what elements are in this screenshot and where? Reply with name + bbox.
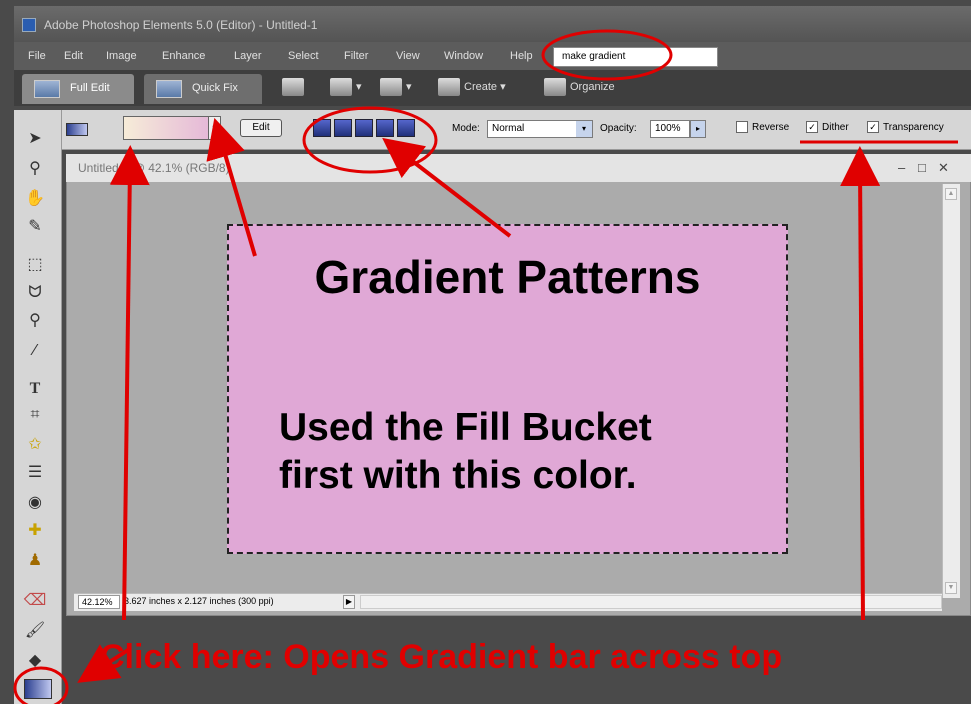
opacity-label: Opacity:: [600, 123, 637, 134]
reflected-gradient-button[interactable]: [376, 119, 394, 137]
zoom-field[interactable]: 42.12%: [78, 595, 120, 609]
menu-bar: File Edit Image Enhance Layer Select Fil…: [14, 42, 971, 70]
organize-button[interactable]: Organize: [544, 78, 615, 96]
tab-full-edit-label: Full Edit: [70, 82, 110, 94]
chevron-down-icon: ▾: [576, 121, 592, 137]
image-canvas[interactable]: Gradient Patterns Used the Fill Bucket f…: [227, 224, 788, 554]
brush-tool-icon[interactable]: 🖌: [23, 620, 47, 642]
scroll-down-icon[interactable]: ▼: [945, 582, 957, 594]
mode-value: Normal: [492, 123, 525, 134]
tab-quick-fix[interactable]: Quick Fix: [144, 74, 262, 104]
magic-wand-tool-icon[interactable]: ⚲: [23, 310, 47, 332]
scroll-up-icon[interactable]: ▲: [945, 188, 957, 200]
canvas-line-2: first with this color.: [279, 454, 637, 497]
healing-brush-tool-icon[interactable]: ✚: [23, 520, 47, 542]
transparency-checkbox[interactable]: ✓: [867, 121, 879, 133]
crop-tool-icon[interactable]: ⌗: [23, 404, 47, 426]
reverse-checkbox[interactable]: [736, 121, 748, 133]
reverse-label: Reverse: [752, 122, 790, 133]
zoom-tool-icon[interactable]: ⚲: [23, 158, 47, 180]
diamond-gradient-button[interactable]: [397, 119, 415, 137]
minimize-icon[interactable]: –: [898, 160, 905, 175]
photoshop-elements-icon: [22, 18, 36, 32]
print-button[interactable]: [282, 78, 308, 96]
menu-help[interactable]: Help: [510, 50, 533, 62]
organize-icon: [544, 78, 566, 96]
share-button[interactable]: ▾: [380, 78, 412, 96]
red-eye-tool-icon[interactable]: ◉: [23, 492, 47, 514]
mode-select[interactable]: Normal ▾: [487, 120, 593, 138]
menu-edit[interactable]: Edit: [64, 50, 83, 62]
mode-bar: Full Edit Quick Fix ▾ ▾ Create ▾ Organiz…: [14, 70, 971, 106]
close-icon[interactable]: ✕: [938, 160, 949, 176]
selection-brush-tool-icon[interactable]: ⁄: [23, 340, 47, 362]
share-icon: [380, 78, 402, 96]
menu-enhance[interactable]: Enhance: [162, 50, 205, 62]
title-bar: Adobe Photoshop Elements 5.0 (Editor) - …: [14, 6, 971, 42]
gradient-picker[interactable]: ▾: [123, 116, 221, 140]
tab-quick-fix-label: Quick Fix: [192, 82, 238, 94]
type-tool-icon[interactable]: T: [23, 378, 47, 400]
linear-gradient-button[interactable]: [313, 119, 331, 137]
gradient-picker-arrow-icon[interactable]: ▾: [208, 117, 220, 139]
menu-select[interactable]: Select: [288, 50, 319, 62]
canvas-title: Gradient Patterns: [314, 251, 701, 303]
printer-icon: [282, 78, 304, 96]
maximize-icon[interactable]: □: [918, 160, 926, 175]
radial-gradient-button[interactable]: [334, 119, 352, 137]
menu-window[interactable]: Window: [444, 50, 483, 62]
create-button[interactable]: Create ▾: [438, 78, 506, 96]
menu-view[interactable]: View: [396, 50, 420, 62]
app-window: Adobe Photoshop Elements 5.0 (Editor) - …: [0, 0, 971, 704]
lasso-tool-icon[interactable]: ᗢ: [23, 282, 47, 304]
create-icon: [438, 78, 460, 96]
tab-full-edit[interactable]: Full Edit: [22, 74, 134, 104]
move-tool-icon[interactable]: ➤: [23, 128, 47, 150]
organizer-button[interactable]: ▾: [330, 78, 362, 96]
angle-gradient-button[interactable]: [355, 119, 373, 137]
canvas-line-1: Used the Fill Bucket: [279, 406, 652, 449]
horizontal-scrollbar[interactable]: [360, 595, 942, 609]
menu-file[interactable]: File: [28, 50, 46, 62]
create-label: Create: [464, 80, 498, 93]
edit-gradient-button[interactable]: Edit: [240, 119, 282, 137]
cookie-cutter-tool-icon[interactable]: ✩: [23, 434, 47, 456]
eraser-tool-icon[interactable]: ⌫: [23, 590, 47, 612]
transparency-label: Transparency: [883, 122, 944, 133]
paint-bucket-tool-icon[interactable]: ◆: [23, 650, 47, 672]
clone-stamp-tool-icon[interactable]: ♟: [23, 550, 47, 572]
annotation-text: Click here: Opens Gradient bar across to…: [100, 638, 783, 676]
menu-layer[interactable]: Layer: [234, 50, 262, 62]
menu-filter[interactable]: Filter: [344, 50, 368, 62]
dither-checkbox[interactable]: ✓: [806, 121, 818, 133]
hand-tool-icon[interactable]: ✋: [23, 188, 47, 210]
document-title: Untitled-1 @ 42.1% (RGB/8): [78, 161, 230, 175]
help-search-input[interactable]: make gradient: [553, 47, 718, 67]
gradient-tool-icon[interactable]: [24, 679, 52, 699]
full-edit-icon: [34, 80, 60, 98]
mode-label: Mode:: [452, 123, 480, 134]
document-info: 3.627 inches x 2.127 inches (300 ppi): [124, 596, 274, 606]
organize-label: Organize: [570, 80, 615, 93]
straighten-tool-icon[interactable]: ☰: [23, 462, 47, 484]
quick-fix-icon: [156, 80, 182, 98]
info-menu-arrow-icon[interactable]: ▶: [343, 595, 355, 609]
dither-label: Dither: [822, 122, 849, 133]
eyedropper-tool-icon[interactable]: ✎: [23, 216, 47, 238]
vertical-scrollbar[interactable]: ▲ ▼: [942, 184, 960, 598]
opacity-field[interactable]: 100%: [650, 120, 690, 138]
organizer-icon: [330, 78, 352, 96]
canvas-body-text: Used the Fill Bucket first with this col…: [279, 404, 749, 500]
gradient-tool-options-icon: [66, 123, 88, 136]
window-title: Adobe Photoshop Elements 5.0 (Editor) - …: [44, 18, 318, 32]
opacity-slider-arrow-icon[interactable]: ▸: [690, 120, 706, 138]
menu-image[interactable]: Image: [106, 50, 137, 62]
marquee-tool-icon[interactable]: ⬚: [23, 254, 47, 276]
